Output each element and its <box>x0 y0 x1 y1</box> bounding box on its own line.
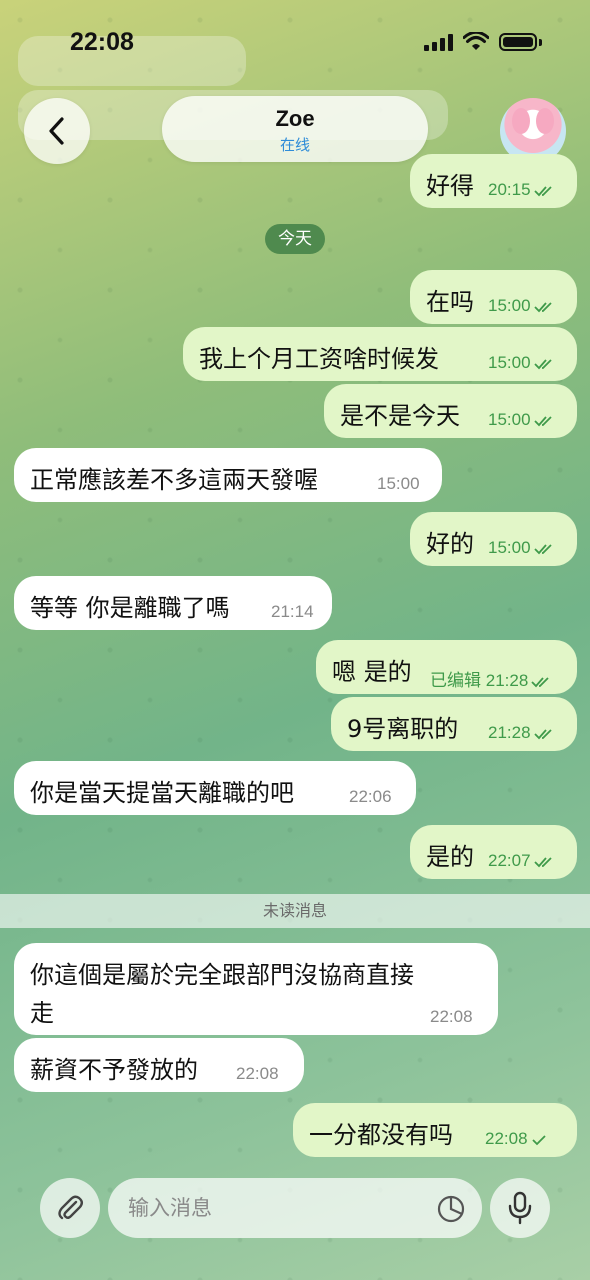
message-time: 15:00 <box>488 538 531 557</box>
microphone-icon <box>508 1191 532 1225</box>
message-bubble-out[interactable]: 一分都没有吗 22:08 <box>293 1103 577 1157</box>
back-button[interactable] <box>24 98 90 164</box>
single-check-icon <box>531 1134 546 1145</box>
message-time: 22:08 <box>485 1129 528 1148</box>
sticker-icon[interactable] <box>436 1194 466 1224</box>
wifi-icon <box>463 32 489 50</box>
message-text: 9号离职的 <box>347 715 459 743</box>
message-bubble-out[interactable]: 我上个月工资啥时候发 15:00 <box>183 327 577 381</box>
message-bubble-out[interactable]: 是不是今天 15:00 <box>324 384 577 438</box>
message-input[interactable]: 输入消息 <box>108 1178 482 1238</box>
message-text-line2: 走 <box>30 999 54 1027</box>
message-time: 21:28 <box>488 723 531 742</box>
message-text: 好得 <box>426 172 474 200</box>
message-time: 21:28 <box>485 671 529 690</box>
double-check-icon <box>533 358 552 369</box>
double-check-icon <box>531 676 549 687</box>
message-time: 15:00 <box>488 353 531 372</box>
message-bubble-out[interactable]: 好的 15:00 <box>410 512 577 566</box>
attach-button[interactable] <box>40 1178 100 1238</box>
double-check-icon <box>533 856 552 867</box>
message-time: 22:08 <box>430 1007 473 1026</box>
cellular-signal-icon <box>424 33 453 51</box>
unread-divider: 未读消息 <box>0 894 590 928</box>
date-divider: 今天 <box>265 224 325 254</box>
contact-name: Zoe <box>275 106 315 131</box>
message-text: 在吗 <box>426 288 474 316</box>
message-bubble-in[interactable]: 你這個是屬於完全跟部門沒協商直接 走 22:08 <box>14 943 498 1035</box>
message-text: 你這個是屬於完全跟部門沒協商直接 <box>30 961 414 989</box>
contact-status: 在线 <box>279 136 310 154</box>
message-input-placeholder: 输入消息 <box>128 1196 212 1220</box>
chat-title[interactable]: Zoe 在线 <box>162 96 428 162</box>
message-bubble-out[interactable]: 在吗 15:00 <box>410 270 577 324</box>
battery-icon <box>499 33 537 51</box>
message-text: 嗯 是的 <box>332 658 412 686</box>
message-time: 22:06 <box>349 787 392 806</box>
message-bubble-in[interactable]: 等等 你是離職了嗎 21:14 <box>14 576 332 630</box>
double-check-icon <box>533 415 552 426</box>
message-time: 22:08 <box>236 1064 279 1083</box>
message-text: 正常應該差不多這兩天發喔 <box>30 466 318 494</box>
chevron-left-icon <box>49 117 64 145</box>
message-text: 好的 <box>426 530 474 558</box>
message-time: 21:14 <box>271 602 314 621</box>
message-text: 是的 <box>426 843 474 871</box>
edited-label: 已编辑 <box>430 671 481 690</box>
status-time: 22:08 <box>70 28 134 56</box>
double-check-icon <box>533 543 552 554</box>
message-time: 15:00 <box>377 474 420 493</box>
message-time: 15:00 <box>488 296 531 315</box>
message-time: 20:15 <box>488 180 531 199</box>
message-text: 等等 你是離職了嗎 <box>30 594 230 622</box>
message-text: 你是當天提當天離職的吧 <box>30 779 294 807</box>
voice-record-button[interactable] <box>490 1178 550 1238</box>
status-bar: 22:08 <box>0 28 590 62</box>
message-text: 薪資不予發放的 <box>30 1056 198 1084</box>
message-bubble-out[interactable]: 好得 20:15 <box>410 154 577 208</box>
double-check-icon <box>533 728 552 739</box>
message-text: 我上个月工资啥时候发 <box>199 345 439 373</box>
message-bubble-out[interactable]: 嗯 是的 已编辑 21:28 <box>316 640 577 694</box>
double-check-icon <box>533 185 552 196</box>
paperclip-icon <box>58 1195 83 1220</box>
message-time: 15:00 <box>488 410 531 429</box>
message-bubble-out[interactable]: 9号离职的 21:28 <box>331 697 577 751</box>
message-bubble-in[interactable]: 正常應該差不多這兩天發喔 15:00 <box>14 448 442 502</box>
message-text: 是不是今天 <box>340 402 460 430</box>
message-bubble-in[interactable]: 你是當天提當天離職的吧 22:06 <box>14 761 416 815</box>
message-bubble-in[interactable]: 薪資不予發放的 22:08 <box>14 1038 304 1092</box>
message-time: 22:07 <box>488 851 531 870</box>
double-check-icon <box>533 301 552 312</box>
message-text: 一分都没有吗 <box>309 1121 453 1149</box>
message-bubble-out[interactable]: 是的 22:07 <box>410 825 577 879</box>
